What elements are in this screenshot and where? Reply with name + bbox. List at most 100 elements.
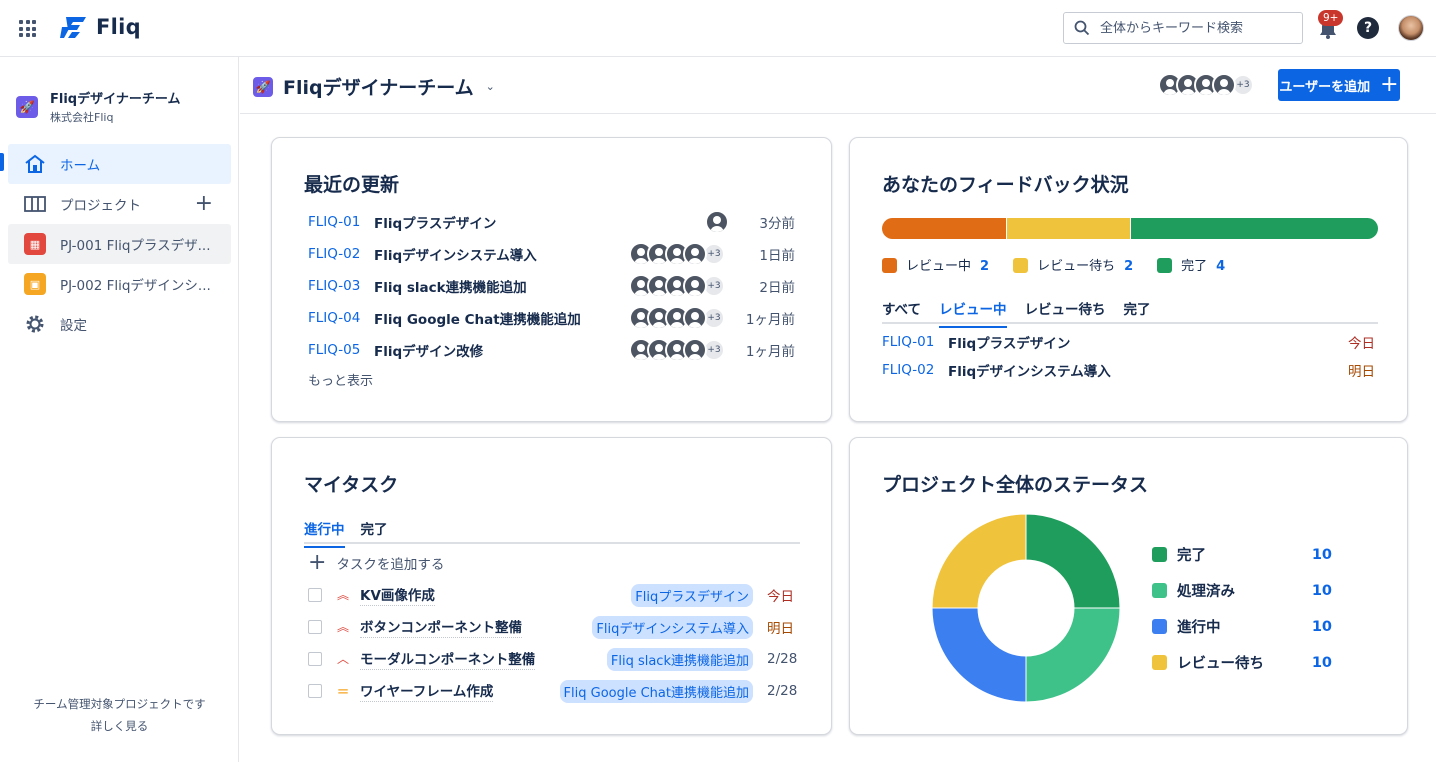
sidebar-footer-text: チーム管理対象プロジェクトです (33, 697, 206, 711)
sidebar: 🚀 Fliqデザイナーチーム 株式会社Fliq ホーム プロジェクト + ▦ P… (0, 57, 239, 762)
tab-divider (304, 542, 800, 544)
issue-key[interactable]: FLIQ-01 (882, 334, 948, 350)
sidebar-item-settings[interactable]: 設定 (8, 304, 231, 344)
donut-slice-3[interactable] (931, 513, 1027, 609)
issue-title: Fliqデザインシステム導入 (374, 248, 537, 264)
issue-key[interactable]: FLIQ-05 (308, 342, 374, 358)
add-project-icon[interactable]: + (195, 193, 213, 215)
project-tag[interactable]: Fliqデザインシステム導入 (592, 615, 753, 639)
legend-count: 2 (980, 259, 990, 274)
user-avatar[interactable] (1398, 15, 1424, 41)
add-user-button[interactable]: ユーザーを追加 + (1278, 69, 1400, 101)
rocket-icon: 🚀 (16, 95, 38, 118)
issue-title: Fliqデザイン改修 (374, 344, 484, 360)
list-item[interactable]: FLIQ-05 Fliqデザイン改修 +3 1ヶ月前 (308, 338, 795, 362)
task-title[interactable]: モーダルコンポーネント整備 (360, 648, 536, 670)
card-title: 最近の更新 (304, 174, 400, 196)
issue-key[interactable]: FLIQ-03 (308, 278, 374, 294)
member-avatars[interactable]: +3 (1158, 73, 1254, 97)
project-tag[interactable]: Fliqプラスデザイン (631, 583, 753, 607)
search-icon (1074, 20, 1090, 36)
help-icon[interactable]: ? (1357, 17, 1379, 39)
page-header: 🚀 Fliqデザイナーチーム ⌄ +3 ユーザーを追加 + (240, 57, 1436, 114)
legend-swatch (1152, 583, 1167, 598)
legend-item: レビュー待ち 2 (1013, 255, 1133, 274)
task-checkbox[interactable] (308, 652, 322, 666)
issue-key[interactable]: FLIQ-02 (882, 362, 948, 378)
task-title[interactable]: ワイヤーフレーム作成 (360, 680, 494, 702)
task-row[interactable]: ︽ KV画像作成 Fliqプラスデザイン 今日 (308, 583, 799, 607)
legend-swatch (1152, 547, 1167, 562)
list-item[interactable]: FLIQ-02 Fliqデザインシステム導入 +3 1日前 (308, 242, 795, 266)
issue-key[interactable]: FLIQ-01 (308, 214, 374, 230)
top-bar: Fliq 9+ ? (0, 0, 1436, 57)
donut-slice-0[interactable] (1025, 513, 1121, 609)
legend-count: 4 (1216, 259, 1226, 274)
avatar (683, 306, 707, 330)
app-logo[interactable]: Fliq (60, 14, 141, 40)
add-task-button[interactable]: + タスクを追加する (308, 551, 799, 575)
issue-key[interactable]: FLIQ-04 (308, 310, 374, 326)
priority-highest-icon: ︽ (336, 620, 349, 634)
sidebar-item-pj001[interactable]: ▦ PJ-001 Fliqプラスデザ... (8, 224, 231, 264)
legend-value: 10 (1311, 546, 1332, 563)
sidebar-team-header[interactable]: 🚀 Fliqデザイナーチーム 株式会社Fliq (16, 88, 180, 125)
list-item[interactable]: FLIQ-01 Fliqプラスデザイン 今日 (882, 330, 1375, 354)
sidebar-item-pj002[interactable]: ▣ PJ-002 Fliqデザインシ... (8, 264, 231, 304)
legend-item: 進行中 10 (1152, 616, 1332, 637)
list-item[interactable]: FLIQ-04 Fliq Google Chat連携機能追加 +3 1ヶ月前 (308, 306, 795, 330)
legend-item: レビュー中 2 (882, 255, 989, 274)
list-item[interactable]: FLIQ-03 Fliq slack連携機能追加 +3 2日前 (308, 274, 795, 298)
sidebar-item-label: プロジェクト (60, 198, 141, 214)
legend-label: レビュー待ち (1177, 656, 1264, 672)
search-box[interactable] (1063, 12, 1303, 44)
task-checkbox[interactable] (308, 684, 322, 698)
task-title[interactable]: ボタンコンポーネント整備 (360, 616, 522, 638)
legend-item: 完了 4 (1157, 255, 1225, 274)
member-avatars: +3 (629, 242, 733, 266)
member-avatars: +3 (629, 306, 733, 330)
board-icon (24, 196, 46, 212)
sidebar-footer-link[interactable]: 詳しく見る (0, 718, 239, 734)
due-date: 明日 (767, 621, 794, 637)
project-tag[interactable]: Fliq slack連携機能追加 (606, 647, 753, 671)
issue-title: Fliqデザインシステム導入 (948, 364, 1111, 380)
legend-item: 完了 10 (1152, 544, 1332, 565)
legend-count: 2 (1124, 259, 1134, 274)
notification-badge: 9+ (1318, 10, 1344, 26)
issue-key[interactable]: FLIQ-02 (308, 246, 374, 262)
sidebar-item-label: PJ-001 Fliqプラスデザ... (60, 238, 211, 254)
legend-label: 完了 (1181, 259, 1208, 274)
sidebar-company: 株式会社Fliq (50, 111, 114, 124)
app-switcher-icon[interactable] (19, 20, 36, 37)
project-status-card: プロジェクト全体のステータス 完了 10 処理済み 10 進行中 10 レビュー待ち 1… (849, 437, 1408, 735)
sidebar-item-projects[interactable]: プロジェクト + (8, 184, 231, 224)
donut-slice-2[interactable] (931, 607, 1027, 703)
task-checkbox[interactable] (308, 588, 322, 602)
show-more-link[interactable]: もっと表示 (308, 370, 373, 389)
legend-label: 完了 (1177, 548, 1206, 564)
team-selector[interactable]: 🚀 Fliqデザイナーチーム ⌄ (253, 73, 495, 100)
project-red-icon: ▦ (24, 233, 46, 255)
legend-swatch (1152, 655, 1167, 670)
legend-label: 処理済み (1177, 584, 1235, 600)
task-title[interactable]: KV画像作成 (360, 584, 435, 606)
legend-label: レビュー待ち (1037, 259, 1116, 274)
task-row[interactable]: ︿ モーダルコンポーネント整備 Fliq slack連携機能追加 2/28 (308, 647, 799, 671)
member-avatars (629, 210, 733, 234)
card-title: あなたのフィードバック状況 (882, 174, 1129, 196)
task-row[interactable]: ︽ ボタンコンポーネント整備 Fliqデザインシステム導入 明日 (308, 615, 799, 639)
due-date: 明日 (1348, 364, 1375, 380)
task-checkbox[interactable] (308, 620, 322, 634)
search-input[interactable] (1100, 20, 1290, 36)
sidebar-item-home[interactable]: ホーム (8, 144, 231, 184)
due-date: 2/28 (767, 683, 798, 699)
active-indicator (0, 153, 4, 171)
legend-swatch (1152, 619, 1167, 634)
donut-slice-1[interactable] (1025, 607, 1121, 703)
list-item[interactable]: FLIQ-02 Fliqデザインシステム導入 明日 (882, 358, 1375, 382)
task-row[interactable]: = ワイヤーフレーム作成 Fliq Google Chat連携機能追加 2/28 (308, 679, 799, 703)
plus-icon: + (1380, 72, 1399, 97)
project-tag[interactable]: Fliq Google Chat連携機能追加 (559, 679, 753, 703)
list-item[interactable]: FLIQ-01 Fliqプラスデザイン 3分前 (308, 210, 795, 234)
